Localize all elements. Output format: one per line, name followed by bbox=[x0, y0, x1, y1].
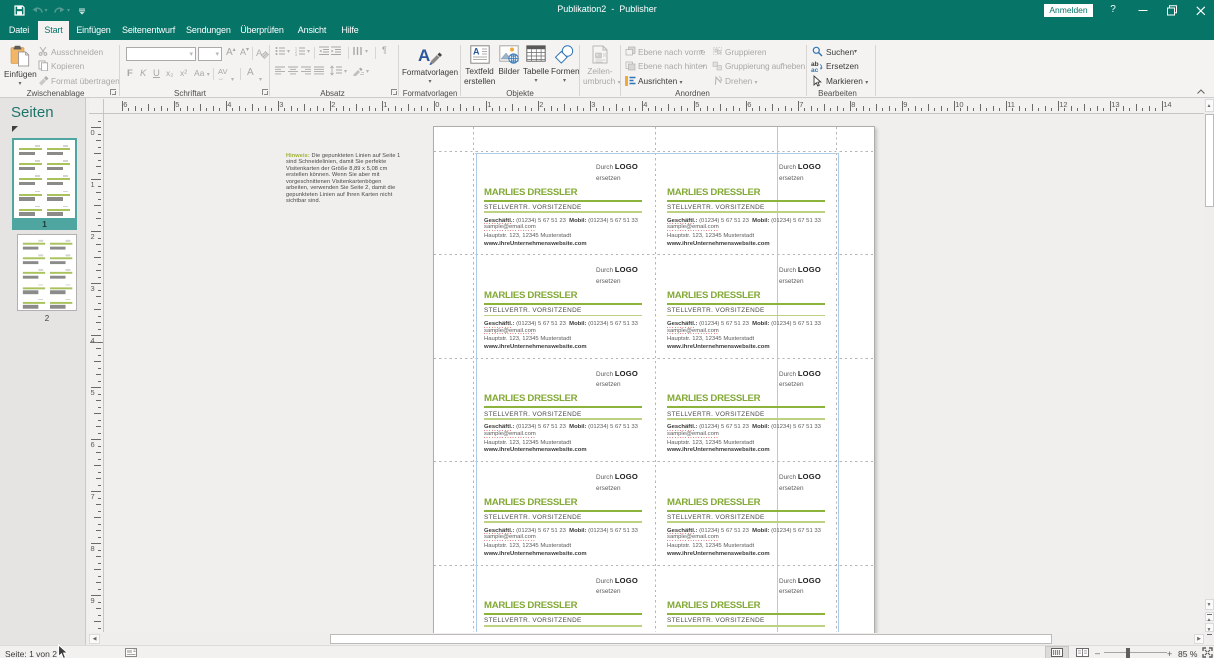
svg-text:A: A bbox=[256, 48, 263, 59]
svg-text:ac: ac bbox=[811, 67, 819, 72]
svg-text:A: A bbox=[418, 46, 430, 65]
svg-text:3: 3 bbox=[295, 53, 297, 56]
svg-text:A: A bbox=[473, 47, 480, 57]
